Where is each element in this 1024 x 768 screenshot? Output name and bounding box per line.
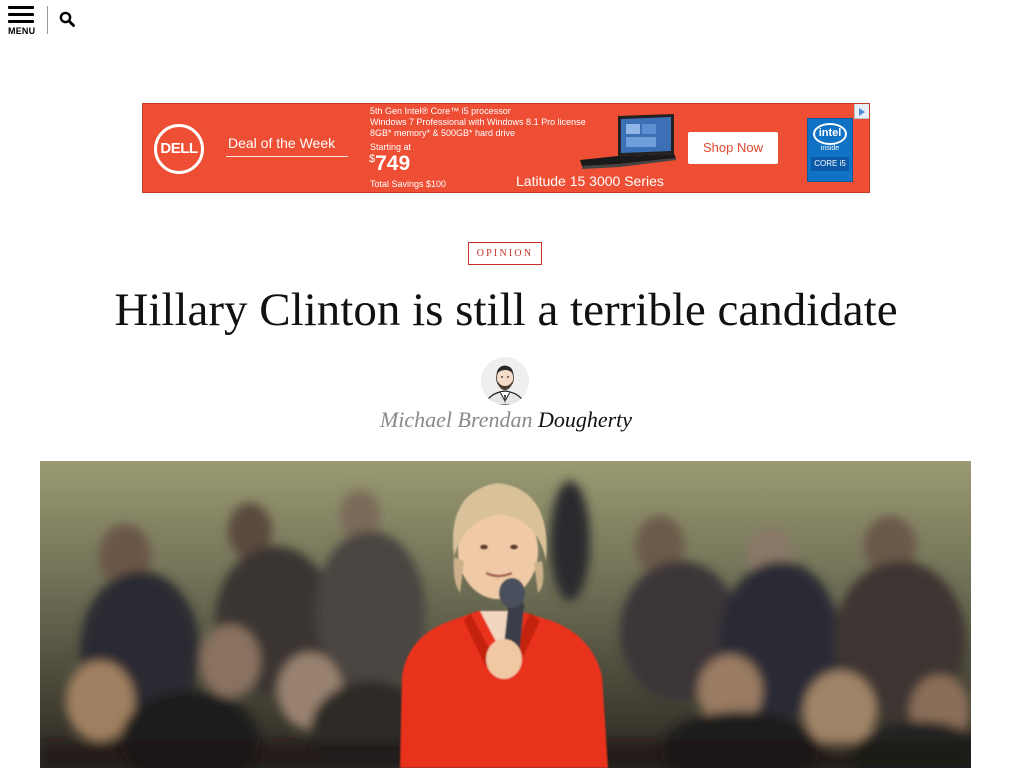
ad-series: Latitude 15 3000 Series xyxy=(516,173,664,189)
intel-inside-text: inside xyxy=(820,145,840,152)
menu-button[interactable]: MENU xyxy=(8,6,36,36)
hamburger-icon-bar xyxy=(8,13,34,16)
ad-price-value: 749 xyxy=(375,152,411,175)
intel-badge: intel inside CORE i5 xyxy=(807,118,853,182)
adchoices-icon[interactable] xyxy=(854,104,869,119)
category-tag[interactable]: OPINION xyxy=(468,242,542,265)
hamburger-icon xyxy=(8,6,34,9)
top-nav: MENU xyxy=(0,0,1024,40)
ad-spec-line: 5th Gen Intel® Core™ i5 processor xyxy=(370,106,511,116)
ad-starting-at: Starting at xyxy=(370,142,412,152)
author-last-name[interactable]: Dougherty xyxy=(538,407,632,432)
ad-deal-text: Deal of the Week xyxy=(228,135,336,151)
ad-banner[interactable]: DELL Deal of the Week 5th Gen Intel® Cor… xyxy=(142,103,870,193)
author-byline: Michael Brendan Dougherty xyxy=(0,405,1012,435)
intel-core-text: CORE i5 xyxy=(811,157,849,171)
author-avatar[interactable] xyxy=(481,357,529,405)
intel-logo-text: intel xyxy=(818,127,842,139)
ad-spec-line: Windows 7 Professional with Windows 8.1 … xyxy=(370,117,586,127)
page-title: Hillary Clinton is still a terrible cand… xyxy=(114,284,898,336)
ad-deal-underline xyxy=(226,156,348,157)
ad-savings: Total Savings $100 xyxy=(370,179,447,189)
dell-logo: DELL xyxy=(154,124,204,174)
search-icon xyxy=(59,11,75,27)
nav-divider xyxy=(47,6,48,34)
menu-label: MENU xyxy=(8,26,36,36)
search-button[interactable] xyxy=(59,11,77,29)
ad-spec-line: 8GB* memory* & 500GB* hard drive xyxy=(370,128,516,138)
hamburger-icon-bar xyxy=(8,20,34,23)
hero-photo xyxy=(40,461,971,768)
author-first-name[interactable]: Michael Brendan xyxy=(380,407,533,432)
laptop-image xyxy=(580,114,676,169)
ad-price: $749 xyxy=(369,152,410,176)
shop-now-button[interactable]: Shop Now xyxy=(688,132,778,164)
